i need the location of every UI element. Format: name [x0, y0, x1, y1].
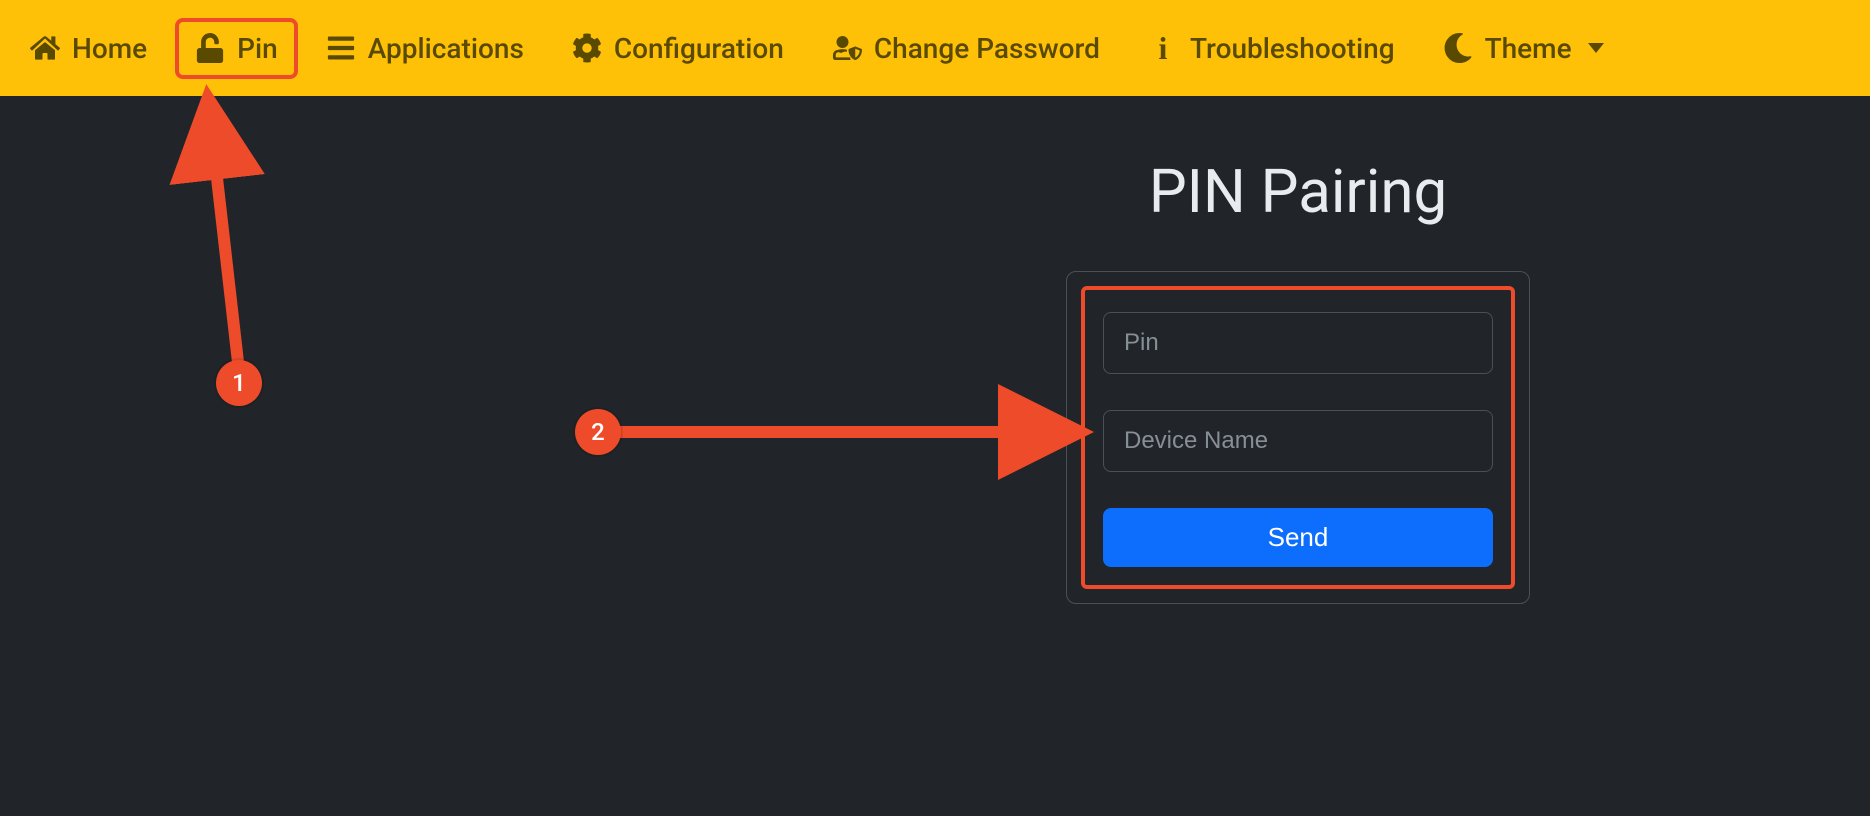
- nav-change-password-label: Change Password: [874, 32, 1100, 65]
- nav-change-password[interactable]: Change Password: [812, 18, 1120, 79]
- pin-form-card: Send: [1066, 271, 1530, 604]
- annotation-badge-2: 2: [575, 409, 621, 455]
- nav-theme[interactable]: Theme: [1423, 18, 1624, 79]
- send-button[interactable]: Send: [1103, 508, 1493, 567]
- caret-down-icon: [1588, 43, 1604, 53]
- page-title: PIN Pairing: [1149, 156, 1447, 227]
- nav-pin[interactable]: Pin: [175, 18, 298, 79]
- nav-pin-label: Pin: [237, 32, 278, 65]
- info-icon: i: [1148, 32, 1178, 64]
- nav-troubleshooting[interactable]: i Troubleshooting: [1128, 18, 1415, 79]
- nav-troubleshooting-label: Troubleshooting: [1190, 32, 1395, 65]
- nav-theme-label: Theme: [1485, 32, 1572, 65]
- main-content: PIN Pairing Send: [0, 96, 1870, 664]
- unlock-icon: [195, 33, 225, 63]
- gear-icon: [572, 33, 602, 63]
- nav-configuration-label: Configuration: [614, 32, 784, 65]
- menu-icon: [326, 33, 356, 63]
- moon-icon: [1443, 33, 1473, 63]
- nav-home[interactable]: Home: [10, 18, 167, 79]
- nav-applications-label: Applications: [368, 32, 524, 65]
- pin-form-highlight-box: Send: [1081, 286, 1515, 589]
- pin-pairing-section: PIN Pairing Send: [1066, 156, 1530, 604]
- device-name-input[interactable]: [1103, 410, 1493, 472]
- nav-home-label: Home: [72, 32, 147, 65]
- nav-configuration[interactable]: Configuration: [552, 18, 804, 79]
- pin-input[interactable]: [1103, 312, 1493, 374]
- user-shield-icon: [832, 33, 862, 63]
- navbar: Home Pin Applications Configuration Chan…: [0, 0, 1870, 96]
- annotation-badge-1: 1: [216, 360, 262, 406]
- home-icon: [30, 33, 60, 63]
- nav-applications[interactable]: Applications: [306, 18, 544, 79]
